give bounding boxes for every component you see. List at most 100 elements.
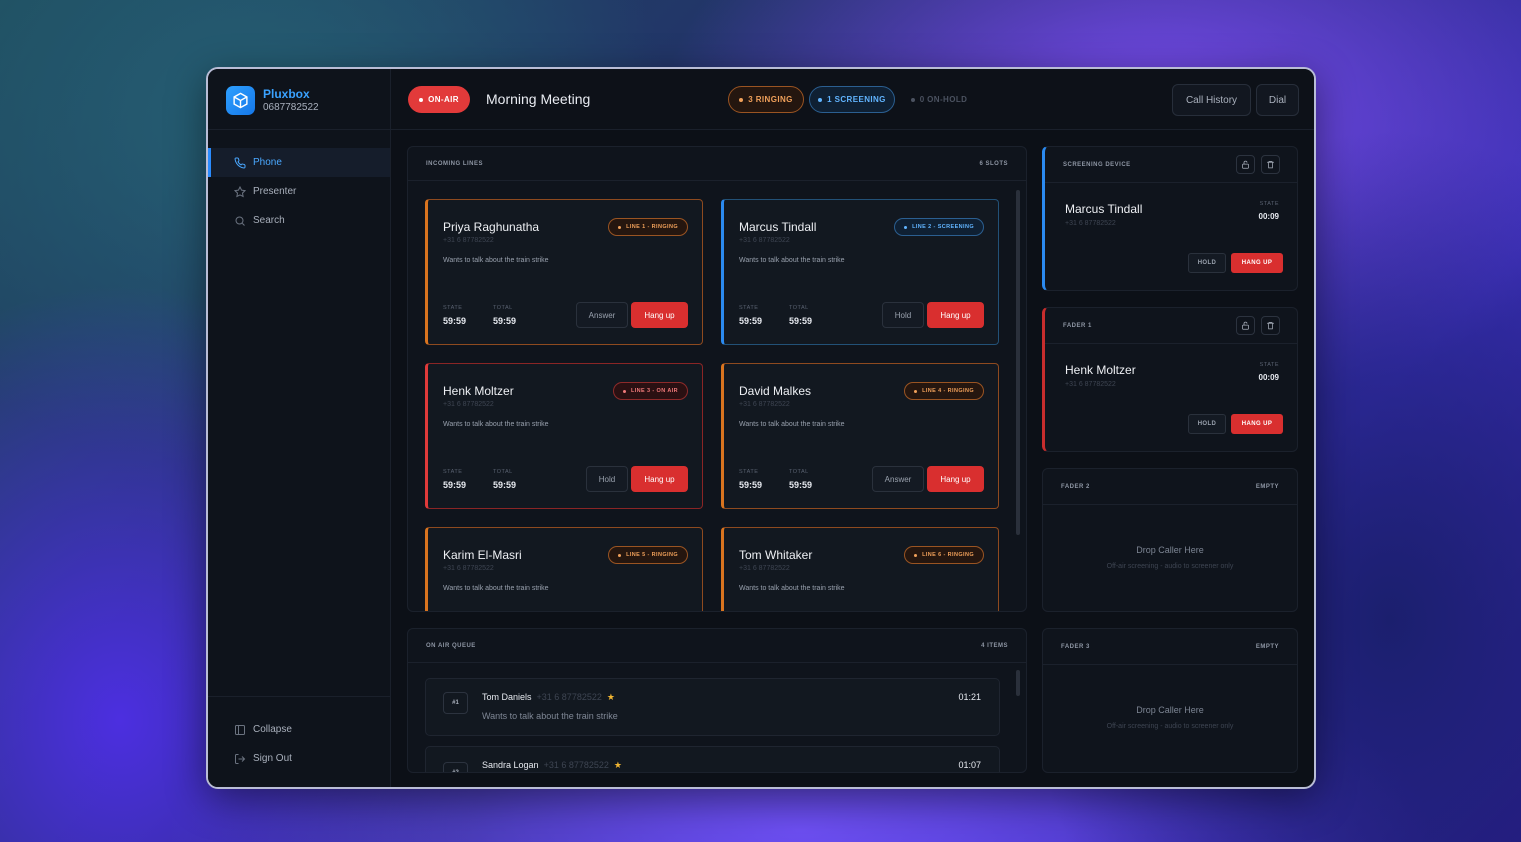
total-timer: 59:59: [493, 480, 517, 490]
trash-icon: [1267, 322, 1274, 330]
caller-phone: +31 6 87782522: [443, 237, 494, 244]
state-timer: 59:59: [443, 480, 467, 490]
hang-up-button[interactable]: Hang up: [927, 302, 984, 328]
sidebar-item-presenter[interactable]: Presenter: [208, 177, 390, 206]
ringing-filter[interactable]: 3 RINGING: [728, 86, 804, 113]
delete-button[interactable]: [1261, 155, 1280, 174]
hold-button[interactable]: Hold: [586, 466, 628, 492]
answer-button[interactable]: Answer: [872, 466, 924, 492]
caller-card[interactable]: Marcus Tindall +31 6 87782522 Wants to t…: [721, 199, 999, 345]
badge-label: LINE 6 - RINGING: [922, 552, 974, 558]
state-timer: 00:09: [1258, 373, 1279, 382]
collapse-button[interactable]: Collapse: [208, 715, 390, 744]
hang-up-button[interactable]: Hang up: [631, 466, 688, 492]
total-label: TOTAL: [493, 469, 513, 475]
caller-phone: +31 6 87782522: [1065, 381, 1116, 388]
line-status-badge: LINE 5 - RINGING: [608, 546, 688, 564]
caller-card[interactable]: David Malkes +31 6 87782522 Wants to tal…: [721, 363, 999, 509]
brand-number: 0687782522: [263, 101, 319, 113]
search-icon: [235, 216, 245, 226]
caller-phone: +31 6 87782522: [443, 565, 494, 572]
total-timer: 59:59: [493, 316, 517, 326]
ringing-count: 3 RINGING: [748, 95, 793, 104]
dial-button[interactable]: Dial: [1256, 84, 1299, 116]
caller-phone: +31 6 87782522: [739, 237, 790, 244]
caller-topic: Wants to talk about the train strike: [443, 585, 549, 592]
panel-title: FADER 2: [1061, 484, 1090, 490]
caller-card[interactable]: Tom Whitaker +31 6 87782522 Wants to tal…: [721, 527, 999, 611]
line-status-badge: LINE 1 - RINGING: [608, 218, 688, 236]
caller-name: Henk Moltzer: [1065, 363, 1136, 377]
on-air-label: ON-AIR: [428, 95, 459, 104]
scrollbar[interactable]: [1016, 670, 1020, 696]
answer-button[interactable]: Answer: [576, 302, 628, 328]
caller-card[interactable]: Henk Moltzer +31 6 87782522 Wants to tal…: [425, 363, 703, 509]
brand-name: Pluxbox: [263, 86, 310, 101]
caller-topic: Wants to talk about the train strike: [482, 711, 618, 721]
queue-position: #1: [443, 692, 468, 714]
total-timer: 59:59: [789, 480, 813, 490]
sidebar-bottom: Collapse Sign Out: [208, 696, 390, 773]
fader-3-panel[interactable]: FADER 3 EMPTY Drop Caller Here Off-air s…: [1042, 628, 1298, 773]
fader-1-panel: FADER 1 Henk Moltzer +31 6 87782522 STAT…: [1042, 307, 1298, 452]
caller-name: Tom Daniels: [482, 692, 532, 702]
on-hold-filter[interactable]: 0 ON-HOLD: [901, 86, 977, 113]
lock-icon: [1242, 160, 1249, 169]
collapse-label: Collapse: [253, 724, 292, 735]
queue-count: 4 ITEMS: [981, 643, 1008, 649]
incoming-lines-panel: INCOMING LINES 6 SLOTS Priya Raghunatha …: [407, 146, 1027, 612]
caller-phone: +31 6 87782522: [536, 692, 602, 702]
sidebar-item-label: Phone: [253, 157, 282, 168]
fader-status: EMPTY: [1255, 484, 1279, 490]
caller-card[interactable]: Karim El-Masri +31 6 87782522 Wants to t…: [425, 527, 703, 611]
badge-label: LINE 5 - RINGING: [626, 552, 678, 558]
state-label: STATE: [443, 305, 463, 311]
unlock-button[interactable]: [1236, 316, 1255, 335]
delete-button[interactable]: [1261, 316, 1280, 335]
hold-button[interactable]: HOLD: [1188, 253, 1226, 273]
hold-button[interactable]: HOLD: [1188, 414, 1226, 434]
caller-name: Henk Moltzer: [443, 384, 514, 398]
hang-up-button[interactable]: HANG UP: [1231, 253, 1283, 273]
queue-item[interactable]: #2 Sandra Logan +31 6 87782522 ★ 01:07: [425, 746, 1000, 772]
on-air-badge[interactable]: ON-AIR: [408, 86, 470, 113]
caller-name: Karim El-Masri: [443, 548, 522, 562]
hang-up-button[interactable]: Hang up: [631, 302, 688, 328]
state-label: STATE: [443, 469, 463, 475]
line-status-badge: LINE 3 - ON AIR: [612, 382, 688, 400]
sidebar-item-phone[interactable]: Phone: [208, 148, 390, 177]
star-icon[interactable]: ★: [614, 760, 622, 770]
queue-position: #2: [443, 762, 468, 772]
sign-out-button[interactable]: Sign Out: [208, 744, 390, 773]
state-timer: 00:09: [1258, 212, 1279, 221]
panel-title: FADER 1: [1063, 323, 1092, 329]
unlock-button[interactable]: [1236, 155, 1255, 174]
queue-time: 01:07: [958, 760, 981, 770]
sidebar-item-search[interactable]: Search: [208, 206, 390, 235]
panel-header: FADER 3 EMPTY: [1043, 629, 1297, 665]
panel-title: ON AIR QUEUE: [426, 643, 476, 649]
fader-2-panel[interactable]: FADER 2 EMPTY Drop Caller Here Off-air s…: [1042, 468, 1298, 612]
hang-up-button[interactable]: HANG UP: [1231, 414, 1283, 434]
sidebar: Pluxbox 0687782522 Phone Presenter Searc…: [208, 69, 391, 787]
state-label: STATE: [1259, 201, 1279, 207]
hang-up-button[interactable]: Hang up: [927, 466, 984, 492]
panel-title: INCOMING LINES: [426, 161, 484, 167]
hold-button[interactable]: Hold: [882, 302, 924, 328]
drop-zone-hint: Off-air screening - audio to screener on…: [1106, 723, 1234, 730]
queue-time: 01:21: [958, 692, 981, 702]
total-label: TOTAL: [789, 469, 809, 475]
on-air-queue-panel: ON AIR QUEUE 4 ITEMS #1 Tom Daniels +31 6…: [407, 628, 1027, 773]
caller-name: Priya Raghunatha: [443, 220, 540, 234]
call-history-button[interactable]: Call History: [1172, 84, 1251, 116]
state-timer: 59:59: [739, 316, 763, 326]
caller-card[interactable]: Priya Raghunatha +31 6 87782522 Wants to…: [425, 199, 703, 345]
screening-filter[interactable]: 1 SCREENING: [809, 86, 895, 113]
slot-count: 6 SLOTS: [979, 161, 1008, 167]
top-bar: ON-AIR Morning Meeting 3 RINGING 1 SCREE…: [391, 69, 1314, 130]
star-icon[interactable]: ★: [607, 692, 615, 702]
queue-item[interactable]: #1 Tom Daniels +31 6 87782522 ★ Wants to t…: [425, 678, 1000, 736]
total-label: TOTAL: [789, 305, 809, 311]
scrollbar[interactable]: [1016, 190, 1020, 535]
panel-header: FADER 1: [1045, 308, 1297, 344]
